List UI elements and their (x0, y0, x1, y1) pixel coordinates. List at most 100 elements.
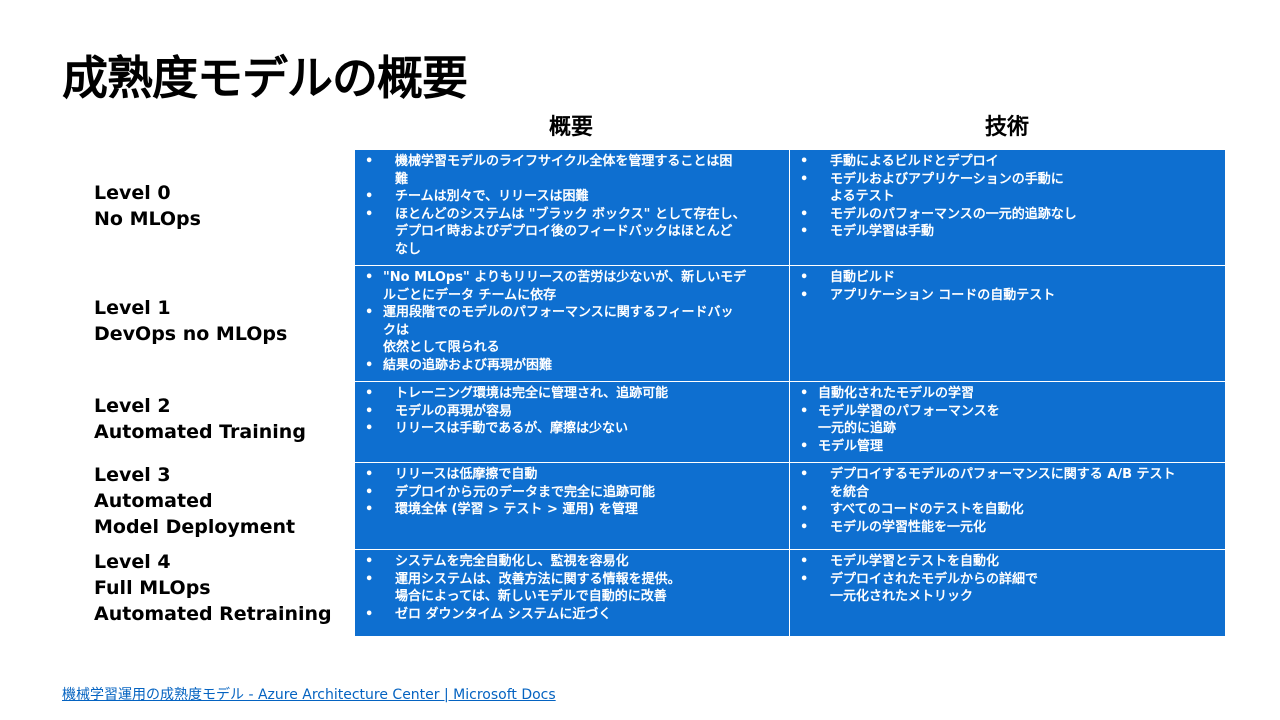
technology-cell: • 自動化されたモデルの学習 • モデル学習のパフォーマンスを 一元的に追跡 • モデル管理 (789, 381, 1226, 463)
level-number: Level 3 (94, 464, 171, 486)
overview-cell: • システムを完全自動化し、監視を容易化 • 運用システムは、改善方法に関する情報を提… (354, 549, 790, 637)
source-link[interactable]: 機械学習運用の成熟度モデル - Azure Architecture Cente… (62, 684, 556, 704)
bullet-icon: • (365, 571, 374, 587)
level-number: Level 1 (94, 297, 171, 319)
overview-bullet-text: 運用段階でのモデルのパフォーマンスに関するフィードバッ クは 依然として限られる (383, 304, 783, 357)
technology-bullet-item: • モデル学習は手動 (794, 223, 1219, 241)
technology-cell: • 自動ビルド • アプリケーション コードの自動テスト (789, 265, 1226, 382)
technology-bullet-line: モデル学習のパフォーマンスを (818, 403, 1000, 419)
technology-bullet-line: を統合 (830, 484, 870, 500)
bullet-icon: • (800, 270, 809, 285)
bullet-icon: • (365, 467, 374, 482)
technology-bullet-item: • すべてのコードのテストを自動化 (794, 501, 1219, 519)
overview-bullet-item: • リリースは手動であるが、摩擦は少ない (359, 420, 783, 438)
bullet-icon: • (365, 206, 374, 222)
technology-bullet-text: モデル管理 (818, 438, 1219, 456)
bullet-icon: • (800, 386, 809, 401)
level-name: DevOps no MLOps (94, 323, 288, 345)
level-number: Level 4 (94, 551, 171, 573)
technology-bullet-text: デプロイされたモデルからの詳細で 一元化されたメトリック (830, 571, 1219, 606)
overview-bullet-item: • トレーニング環境は完全に管理され、追跡可能 (359, 385, 783, 403)
overview-bullet-item: • 運用システムは、改善方法に関する情報を提供。 場合によっては、新しいモデルで自動… (359, 571, 783, 606)
technology-bullet-text: モデルおよびアプリケーションの手動に よるテスト (830, 171, 1219, 206)
level-name: Automated (94, 490, 213, 512)
bullet-icon: • (800, 206, 809, 222)
bullet-icon: • (800, 171, 809, 187)
technology-bullet-line: 自動化されたモデルの学習 (818, 386, 975, 401)
overview-bullet-line: 機械学習モデルのライフサイクル全体を管理することは困 (395, 154, 733, 169)
bullet-icon: • (365, 484, 374, 500)
maturity-table: • 機械学習モデルのライフサイクル全体を管理することは困難 • チームは別々で、リリー… (354, 149, 1226, 637)
overview-bullet-text: 機械学習モデルのライフサイクル全体を管理することは困難 (395, 153, 783, 188)
column-header-technology: 技術 (984, 115, 1029, 140)
overview-bullet-line: デプロイ時およびデプロイ後のフィードバックはほとんど (395, 224, 733, 239)
bullet-icon: • (365, 357, 374, 373)
technology-bullet-text: デプロイするモデルのパフォーマンスに関する A/B テスト を統合 (830, 466, 1219, 501)
level-label: Level 0 No MLOps (94, 180, 201, 232)
bullet-icon: • (800, 571, 809, 587)
overview-bullet-item: • "No MLOps" よりもリリースの苦労は少ないが、新しいモデ ルごとにデータ… (359, 269, 783, 304)
overview-cell: • 機械学習モデルのライフサイクル全体を管理することは困難 • チームは別々で、リリー… (354, 149, 790, 266)
technology-bullet-text: 自動化されたモデルの学習 (818, 385, 1219, 403)
level-label: Level 2 Automated Training (94, 393, 306, 445)
overview-bullet-list: • トレーニング環境は完全に管理され、追跡可能 • モデルの再現が容易 • リリースは手動… (359, 385, 783, 438)
technology-bullet-item: • モデルおよびアプリケーションの手動に よるテスト (794, 171, 1219, 206)
technology-bullet-item: • デプロイされたモデルからの詳細で 一元化されたメトリック (794, 571, 1219, 606)
technology-bullet-item: • モデルの学習性能を一元化 (794, 519, 1219, 537)
technology-bullet-text: アプリケーション コードの自動テスト (830, 287, 1219, 305)
technology-cell: • モデル学習とテストを自動化 • デプロイされたモデルからの詳細で 一元化されたメトリ… (789, 549, 1226, 637)
technology-cell: • 手動によるビルドとデプロイ • モデルおよびアプリケーションの手動に よるテスト • モ… (789, 149, 1226, 266)
technology-bullet-line: モデル学習とテストを自動化 (830, 554, 1000, 569)
overview-bullet-text: チームは別々で、リリースは困難 (395, 188, 783, 206)
overview-bullet-text: 結果の追跡および再現が困難 (383, 357, 783, 375)
bullet-icon: • (365, 270, 374, 285)
overview-bullet-item: • モデルの再現が容易 (359, 403, 783, 421)
overview-bullet-item: • デプロイから元のデータまで完全に追跡可能 (359, 484, 783, 502)
overview-bullet-line: システムを完全自動化し、監視を容易化 (395, 554, 629, 569)
overview-bullet-item: • ほとんどのシステムは "ブラック ボックス" として存在し、 デプロイ時およびデ… (359, 206, 783, 259)
level-name: Automated Retraining (94, 603, 332, 625)
bullet-icon: • (800, 224, 809, 239)
bullet-icon: • (365, 502, 374, 517)
overview-bullet-line: 結果の追跡および再現が困難 (383, 357, 553, 373)
level-number: Level 0 (94, 182, 171, 204)
technology-bullet-line: デプロイされたモデルからの詳細で (830, 571, 1039, 587)
technology-bullet-item: • デプロイするモデルのパフォーマンスに関する A/B テスト を統合 (794, 466, 1219, 501)
bullet-icon: • (365, 403, 374, 419)
overview-bullet-list: • システムを完全自動化し、監視を容易化 • 運用システムは、改善方法に関する情報を提… (359, 553, 783, 623)
overview-bullet-item: • 結果の追跡および再現が困難 (359, 357, 783, 375)
table-row: • リリースは低摩擦で自動 • デプロイから元のデータまで完全に追跡可能 • 環境全体 (… (354, 462, 1226, 550)
overview-bullet-text: "No MLOps" よりもリリースの苦労は少ないが、新しいモデ ルごとにデータ … (383, 269, 783, 304)
technology-cell: • デプロイするモデルのパフォーマンスに関する A/B テスト を統合 • すべてのコー… (789, 462, 1226, 550)
overview-bullet-line: クは (383, 322, 410, 338)
technology-bullet-item: • アプリケーション コードの自動テスト (794, 287, 1219, 305)
technology-bullet-item: • 自動化されたモデルの学習 (794, 385, 1219, 403)
technology-bullet-item: • 手動によるビルドとデプロイ (794, 153, 1219, 171)
overview-bullet-line: 場合によっては、新しいモデルで自動的に改善 (395, 589, 667, 604)
technology-bullet-text: 手動によるビルドとデプロイ (830, 153, 1219, 171)
overview-bullet-item: • チームは別々で、リリースは困難 (359, 188, 783, 206)
bullet-icon: • (365, 554, 374, 569)
technology-bullet-list: • モデル学習とテストを自動化 • デプロイされたモデルからの詳細で 一元化されたメトリ… (794, 553, 1219, 606)
overview-cell: • トレーニング環境は完全に管理され、追跡可能 • モデルの再現が容易 • リリースは手動… (354, 381, 790, 463)
bullet-icon: • (800, 154, 809, 169)
overview-bullet-line: 環境全体 (学習 > テスト > 運用) を管理 (395, 502, 638, 517)
level-name: Model Deployment (94, 516, 296, 538)
technology-bullet-line: アプリケーション コードの自動テスト (830, 287, 1056, 303)
overview-bullet-line: "No MLOps" よりもリリースの苦労は少ないが、新しいモデ (383, 270, 747, 285)
overview-bullet-text: トレーニング環境は完全に管理され、追跡可能 (395, 385, 783, 403)
technology-bullet-text: モデルの学習性能を一元化 (830, 519, 1219, 537)
technology-bullet-line: すべてのコードのテストを自動化 (830, 502, 1024, 517)
bullet-icon: • (365, 189, 374, 204)
overview-bullet-item: • ゼロ ダウンタイム システムに近づく (359, 606, 783, 624)
overview-bullet-line: トレーニング環境は完全に管理され、追跡可能 (395, 386, 669, 401)
level-name: Automated Training (94, 421, 306, 443)
technology-bullet-list: • デプロイするモデルのパフォーマンスに関する A/B テスト を統合 • すべてのコー… (794, 466, 1219, 536)
overview-bullet-line: ほとんどのシステムは "ブラック ボックス" として存在し、 (395, 206, 746, 222)
technology-bullet-line: モデル管理 (818, 438, 884, 454)
overview-bullet-text: リリースは手動であるが、摩擦は少ない (395, 420, 783, 438)
bullet-icon: • (800, 502, 809, 517)
overview-bullet-line: 依然として限られる (383, 340, 500, 355)
bullet-icon: • (800, 467, 809, 482)
technology-bullet-text: すべてのコードのテストを自動化 (830, 501, 1219, 519)
